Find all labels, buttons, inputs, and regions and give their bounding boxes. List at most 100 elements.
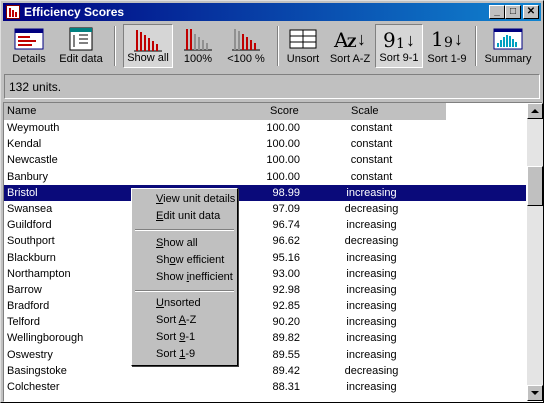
menu-show-all[interactable]: Show all xyxy=(156,237,198,249)
table-row[interactable]: Barrow 92.98 increasing xyxy=(4,282,526,298)
table-row[interactable]: Blackburn 95.16 increasing xyxy=(4,250,526,266)
unit-name: Bradford xyxy=(7,300,50,313)
app-icon[interactable] xyxy=(6,5,20,19)
table-row[interactable]: Southport 96.62 decreasing xyxy=(4,233,526,249)
summary-label: Summary xyxy=(484,53,532,65)
menu-sort-19[interactable]: Sort 1-9 xyxy=(156,348,195,360)
unit-name: Southport xyxy=(7,235,55,248)
vertical-scrollbar[interactable] xyxy=(527,103,543,401)
unit-name: Bristol xyxy=(7,186,38,199)
sort-az-label: Sort A-Z xyxy=(329,53,371,65)
menu-sort-91[interactable]: Sort 9-1 xyxy=(156,331,195,343)
table-row[interactable]: Telford 90.20 increasing xyxy=(4,314,526,330)
lt100-label: <100 % xyxy=(227,53,265,65)
menu-sort-az[interactable]: Sort A-Z xyxy=(156,314,196,326)
summary-button[interactable]: Summary xyxy=(481,24,535,68)
unit-scale: decreasing xyxy=(344,364,399,377)
edit-data-button[interactable]: Edit data xyxy=(55,24,107,68)
table-row[interactable]: Wellingborough 89.82 increasing xyxy=(4,330,526,346)
unit-scale: increasing xyxy=(346,348,397,361)
unit-scale: constant xyxy=(350,154,393,167)
scroll-down-icon[interactable] xyxy=(527,385,543,401)
unit-count-text: 132 units. xyxy=(9,80,62,94)
show-all-button[interactable]: Show all xyxy=(123,24,173,68)
sort-19-label: Sort 1-9 xyxy=(427,53,467,65)
header-score[interactable]: Score xyxy=(270,105,299,117)
sort-az-button[interactable]: A Z ↓ Sort A-Z xyxy=(327,24,373,68)
unit-score: 100.00 xyxy=(266,170,300,183)
unit-scale: increasing xyxy=(346,251,397,264)
details-button[interactable]: Details xyxy=(9,24,49,68)
title-bar[interactable]: Efficiency Scores _ □ ✕ xyxy=(3,3,541,21)
edit-data-label: Edit data xyxy=(59,53,103,65)
list-rows: Weymouth 100.00 constant Kendal 100.00 consta… xyxy=(4,120,526,395)
show-all-label: Show all xyxy=(127,52,169,64)
table-row[interactable]: Basingstoke 89.42 decreasing xyxy=(4,363,526,379)
table-row[interactable]: Oswestry 89.55 increasing xyxy=(4,347,526,363)
list-header: Name Score Scale xyxy=(4,103,446,120)
unit-name: Swansea xyxy=(7,202,53,215)
window-title: Efficiency Scores xyxy=(24,5,125,19)
show-all-icon xyxy=(134,30,162,52)
pct100-icon xyxy=(184,29,212,51)
main-window: Efficiency Scores _ □ ✕ Details Edit dat… xyxy=(0,0,544,403)
menu-unsorted[interactable]: Unsorted xyxy=(156,297,201,309)
sort-91-icon: 9 1 ↓ xyxy=(383,28,415,52)
unsort-icon xyxy=(289,29,317,49)
unit-name: Guildford xyxy=(7,219,52,232)
table-row[interactable]: Weymouth 100.00 constant xyxy=(4,120,526,136)
unit-name: Newcastle xyxy=(7,154,58,167)
unit-name: Kendal xyxy=(7,138,42,151)
table-row[interactable]: Northampton 93.00 increasing xyxy=(4,266,526,282)
menu-separator xyxy=(135,290,234,292)
sort-91-button[interactable]: 9 1 ↓ Sort 9-1 xyxy=(375,24,423,68)
table-row[interactable]: Kendal 100.00 constant xyxy=(4,136,526,152)
unit-name: Wellingborough xyxy=(7,332,84,345)
context-menu: View unit details Edit unit data Show al… xyxy=(131,188,238,366)
sort-91-label: Sort 9-1 xyxy=(379,52,419,64)
unit-scale: decreasing xyxy=(344,235,399,248)
scroll-up-icon[interactable] xyxy=(527,103,543,119)
lt100-button[interactable]: <100 % xyxy=(223,24,269,68)
details-label: Details xyxy=(12,53,46,65)
table-row[interactable]: Swansea 97.09 decreasing xyxy=(4,201,526,217)
header-scale[interactable]: Scale xyxy=(351,105,379,117)
table-row[interactable]: Newcastle 100.00 constant xyxy=(4,152,526,168)
sort-19-button[interactable]: 1 9 ↓ Sort 1-9 xyxy=(425,24,469,68)
menu-show-inefficient[interactable]: Show inefficient xyxy=(156,271,233,283)
unit-scale: increasing xyxy=(346,186,397,199)
pct100-button[interactable]: 100% xyxy=(177,24,219,68)
toolbar: Details Edit data Show all 100% <100 % U… xyxy=(3,22,541,70)
unit-scale: increasing xyxy=(346,332,397,345)
scroll-thumb[interactable] xyxy=(527,166,543,206)
scores-list[interactable]: Name Score Scale Weymouth 100.00 constant K… xyxy=(3,102,543,402)
table-row[interactable]: Colchester 88.31 increasing xyxy=(4,379,526,395)
menu-edit-unit-data[interactable]: Edit unit data xyxy=(156,210,220,222)
unit-score: 100.00 xyxy=(266,154,300,167)
unsort-label: Unsort xyxy=(286,53,320,65)
table-row[interactable]: Bristol 98.99 increasing xyxy=(4,184,526,201)
edit-data-icon xyxy=(69,27,93,51)
details-icon xyxy=(14,28,44,50)
unit-scale: increasing xyxy=(346,283,397,296)
unit-name: Weymouth xyxy=(7,122,60,134)
unit-name: Telford xyxy=(7,316,41,329)
unit-scale: increasing xyxy=(346,381,397,393)
pct100-label: 100% xyxy=(183,53,213,65)
table-row[interactable]: Guildford 96.74 increasing xyxy=(4,217,526,233)
close-icon[interactable]: ✕ xyxy=(523,5,539,19)
table-row[interactable]: Bradford 92.85 increasing xyxy=(4,298,526,314)
unit-name: Banbury xyxy=(7,170,48,183)
unit-score: 88.31 xyxy=(272,381,300,393)
unit-score: 100.00 xyxy=(266,138,300,151)
sort-az-icon: A Z ↓ xyxy=(334,28,366,52)
maximize-icon[interactable]: □ xyxy=(505,5,521,19)
menu-view-unit-details[interactable]: View unit details xyxy=(156,193,235,205)
sort-19-icon: 1 9 ↓ xyxy=(431,27,463,51)
table-row[interactable]: Banbury 100.00 constant xyxy=(4,169,526,185)
header-name[interactable]: Name xyxy=(7,105,36,117)
menu-show-efficient[interactable]: Show efficient xyxy=(156,254,224,266)
unit-scale: increasing xyxy=(346,267,397,280)
minimize-icon[interactable]: _ xyxy=(489,5,505,19)
unsort-button[interactable]: Unsort xyxy=(283,24,323,68)
